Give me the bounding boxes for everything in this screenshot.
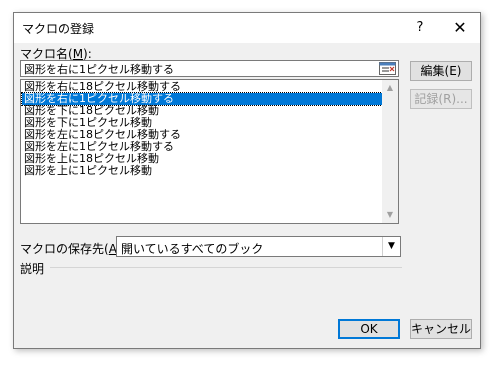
description-label: 説明 [20,262,45,276]
dialog-title: マクロの登録 [22,22,95,36]
chevron-down-icon[interactable]: ▼ [382,237,400,256]
range-reference-icon[interactable] [379,62,396,75]
help-button[interactable]: ? [400,13,440,43]
ok-button[interactable]: OK [338,319,400,339]
macro-list[interactable]: 図形を右に18ピクセル移動する 図形を右に1ピクセル移動する 図形を下に18ピク… [20,79,399,224]
cancel-button[interactable]: キャンセル [410,319,472,339]
scroll-down-arrow-icon[interactable]: ▼ [382,207,398,223]
description-divider [50,267,402,268]
assign-macro-dialog: マクロの登録 ? ✕ マクロ名(M): 図形を右に18ピクセル移動する 図形を右… [13,12,481,349]
macro-location-select[interactable]: 開いているすべてのブック ▼ [116,236,401,257]
location-label: マクロの保存先(A): [20,242,126,256]
list-scrollbar[interactable]: ▲ ▼ [382,80,398,223]
list-item[interactable]: 図形を上に1ピクセル移動 [22,165,152,177]
macro-location-value: 開いているすべてのブック [121,242,264,256]
close-button[interactable]: ✕ [440,13,480,43]
macro-name-input[interactable] [21,61,379,76]
macro-name-field[interactable] [20,60,399,77]
title-bar: マクロの登録 ? ✕ [14,13,480,43]
edit-button[interactable]: 編集(E) [410,61,472,81]
scroll-up-arrow-icon[interactable]: ▲ [382,80,398,96]
record-button[interactable]: 記録(R)... [410,89,472,109]
